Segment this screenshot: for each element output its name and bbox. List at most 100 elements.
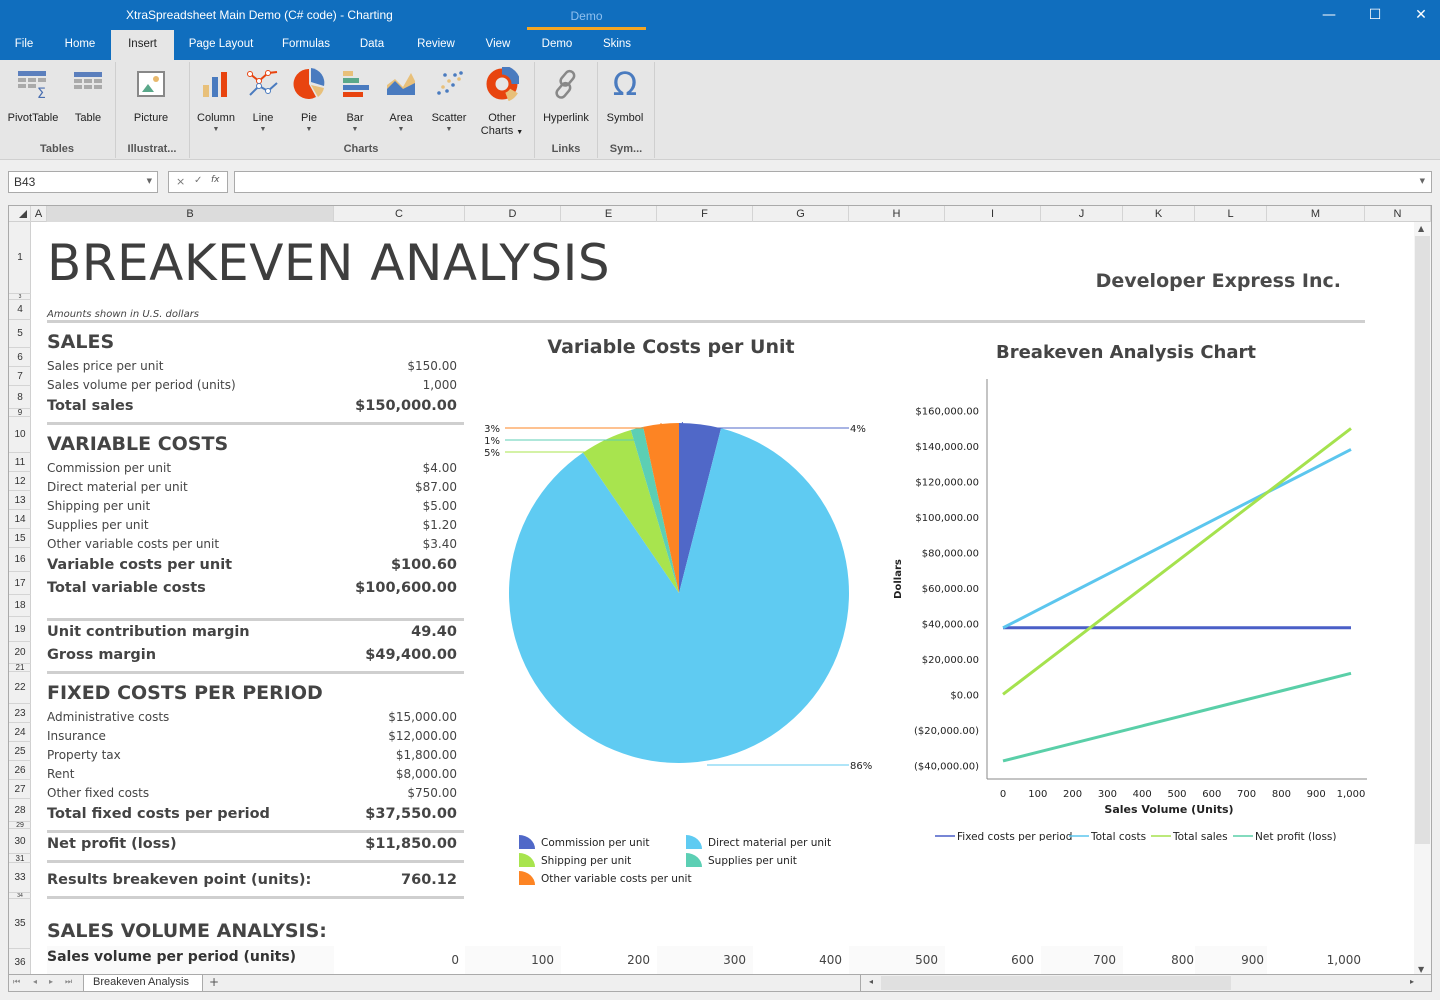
tab-formulas[interactable]: Formulas bbox=[276, 30, 336, 60]
other-fixed-value[interactable]: $750.00 bbox=[407, 786, 457, 800]
direct-material-value[interactable]: $87.00 bbox=[415, 480, 457, 494]
expand-formula-icon[interactable]: ▼ bbox=[1420, 177, 1425, 185]
column-header-e[interactable]: E bbox=[561, 206, 657, 222]
first-sheet-icon[interactable]: ⏮ bbox=[13, 977, 20, 987]
pie-legend-item[interactable]: Other variable costs per unit bbox=[541, 873, 692, 885]
breakeven-value[interactable]: 760.12 bbox=[401, 872, 457, 888]
supplies-value[interactable]: $1.20 bbox=[423, 518, 457, 532]
pie-chart-button[interactable]: Pie ▼ bbox=[288, 64, 330, 134]
volume-cell[interactable]: 0 bbox=[379, 953, 459, 967]
admin-costs-value[interactable]: $15,000.00 bbox=[388, 710, 457, 724]
column-header-i[interactable]: I bbox=[945, 206, 1041, 222]
row-header-7[interactable]: 7 bbox=[9, 367, 31, 386]
column-header-g[interactable]: G bbox=[753, 206, 849, 222]
bar-chart-button[interactable]: Bar ▼ bbox=[334, 64, 376, 134]
total-variable-value[interactable]: $100,600.00 bbox=[355, 580, 457, 596]
prev-sheet-icon[interactable]: ◂ bbox=[33, 977, 37, 986]
vertical-scroll-thumb[interactable] bbox=[1415, 236, 1430, 844]
tab-view[interactable]: View bbox=[480, 30, 516, 60]
line-chart[interactable]: Breakeven Analysis Chart Dollars Sales V… bbox=[881, 321, 1371, 841]
last-sheet-icon[interactable]: ⏭ bbox=[65, 977, 72, 987]
row-header-29[interactable]: 29 bbox=[9, 822, 31, 829]
column-header-j[interactable]: J bbox=[1041, 206, 1123, 222]
vertical-scrollbar[interactable]: ▲ ▼ bbox=[1414, 222, 1431, 974]
rent-value[interactable]: $8,000.00 bbox=[396, 767, 457, 781]
scroll-down-icon[interactable]: ▼ bbox=[1418, 965, 1424, 974]
series-line-total-costs[interactable] bbox=[1002, 448, 1352, 630]
maximize-button[interactable]: ☐ bbox=[1352, 0, 1398, 30]
pie-legend-item[interactable]: Commission per unit bbox=[541, 837, 650, 849]
row-header-23[interactable]: 23 bbox=[9, 704, 31, 723]
chevron-down-icon[interactable]: ▼ bbox=[147, 177, 152, 185]
line-legend-item[interactable]: Total sales bbox=[1172, 831, 1228, 841]
tab-review[interactable]: Review bbox=[410, 30, 462, 60]
line-legend-item[interactable]: Fixed costs per period bbox=[957, 831, 1072, 841]
column-header-n[interactable]: N bbox=[1365, 206, 1431, 222]
spreadsheet-grid[interactable]: A B C D E F G H I J K L M N 1 3 4 5 6 7 … bbox=[8, 205, 1432, 975]
tab-page-layout[interactable]: Page Layout bbox=[180, 30, 262, 60]
column-header-f[interactable]: F bbox=[657, 206, 753, 222]
total-sales-value[interactable]: $150,000.00 bbox=[355, 398, 457, 414]
variable-per-unit-value[interactable]: $100.60 bbox=[391, 557, 457, 573]
scatter-chart-button[interactable]: Scatter ▼ bbox=[426, 64, 472, 134]
row-header-30[interactable]: 30 bbox=[9, 829, 31, 854]
row-header-9[interactable]: 9 bbox=[9, 409, 31, 417]
next-sheet-icon[interactable]: ▸ bbox=[49, 977, 53, 986]
row-header-36[interactable]: 36 bbox=[9, 949, 31, 974]
scroll-right-icon[interactable]: ▸ bbox=[1410, 977, 1414, 986]
volume-cell[interactable]: 500 bbox=[858, 953, 938, 967]
tab-data[interactable]: Data bbox=[352, 30, 392, 60]
hyperlink-button[interactable]: Hyperlink bbox=[540, 64, 592, 125]
gross-margin-value[interactable]: $49,400.00 bbox=[365, 647, 457, 663]
volume-cell[interactable]: 800 bbox=[1114, 953, 1194, 967]
volume-cell[interactable]: 400 bbox=[762, 953, 842, 967]
volume-cell[interactable]: 700 bbox=[1036, 953, 1116, 967]
row-header-27[interactable]: 27 bbox=[9, 780, 31, 799]
volume-cell[interactable]: 300 bbox=[666, 953, 746, 967]
line-chart-button[interactable]: Line ▼ bbox=[242, 64, 284, 134]
other-charts-button[interactable]: Other Charts ▼ bbox=[476, 64, 528, 139]
row-header-24[interactable]: 24 bbox=[9, 723, 31, 742]
sales-volume-value[interactable]: 1,000 bbox=[423, 378, 457, 392]
row-header-35[interactable]: 35 bbox=[9, 899, 31, 949]
symbol-button[interactable]: Ω Symbol bbox=[602, 64, 648, 125]
enter-icon[interactable]: ✓ bbox=[194, 175, 202, 186]
line-legend-item[interactable]: Net profit (loss) bbox=[1255, 831, 1337, 841]
column-header-h[interactable]: H bbox=[849, 206, 945, 222]
row-header-4[interactable]: 4 bbox=[9, 300, 31, 320]
row-header-28[interactable]: 28 bbox=[9, 799, 31, 822]
net-profit-value[interactable]: $11,850.00 bbox=[365, 836, 457, 852]
table-button[interactable]: Table bbox=[66, 64, 110, 125]
pie-chart[interactable]: Variable Costs per Unit 4% 86% 5%1%3% Comm… bbox=[457, 321, 897, 891]
column-header-k[interactable]: K bbox=[1123, 206, 1195, 222]
tab-skins[interactable]: Skins bbox=[598, 30, 636, 60]
row-header-13[interactable]: 13 bbox=[9, 491, 31, 510]
minimize-button[interactable]: — bbox=[1306, 0, 1352, 30]
column-header-d[interactable]: D bbox=[465, 206, 561, 222]
other-variable-value[interactable]: $3.40 bbox=[423, 537, 457, 551]
series-line-total-sales[interactable] bbox=[1002, 427, 1352, 696]
row-header-31[interactable]: 31 bbox=[9, 854, 31, 863]
unit-margin-value[interactable]: 49.40 bbox=[411, 624, 457, 640]
row-header-20[interactable]: 20 bbox=[9, 642, 31, 664]
picture-button[interactable]: Picture bbox=[124, 64, 178, 125]
property-tax-value[interactable]: $1,800.00 bbox=[396, 748, 457, 762]
area-chart-button[interactable]: Area ▼ bbox=[380, 64, 422, 134]
column-header-a[interactable]: A bbox=[31, 206, 47, 222]
volume-cell[interactable]: 100 bbox=[474, 953, 554, 967]
cancel-icon[interactable]: × bbox=[176, 175, 185, 188]
insert-function-icon[interactable]: fx bbox=[211, 175, 220, 185]
row-header-18[interactable]: 18 bbox=[9, 595, 31, 617]
sheet-tab-breakeven-analysis[interactable]: Breakeven Analysis bbox=[83, 975, 203, 991]
column-header-m[interactable]: M bbox=[1267, 206, 1365, 222]
volume-cell[interactable]: 1,000 bbox=[1281, 953, 1361, 967]
pie-legend-item[interactable]: Direct material per unit bbox=[708, 837, 831, 849]
column-chart-button[interactable]: Column ▼ bbox=[194, 64, 238, 134]
row-header-19[interactable]: 19 bbox=[9, 617, 31, 642]
horizontal-scroll-thumb[interactable] bbox=[881, 976, 1231, 990]
volume-cell[interactable]: 900 bbox=[1184, 953, 1264, 967]
select-all-button[interactable] bbox=[9, 206, 31, 222]
row-header-14[interactable]: 14 bbox=[9, 510, 31, 529]
row-header-5[interactable]: 5 bbox=[9, 320, 31, 348]
insurance-value[interactable]: $12,000.00 bbox=[388, 729, 457, 743]
